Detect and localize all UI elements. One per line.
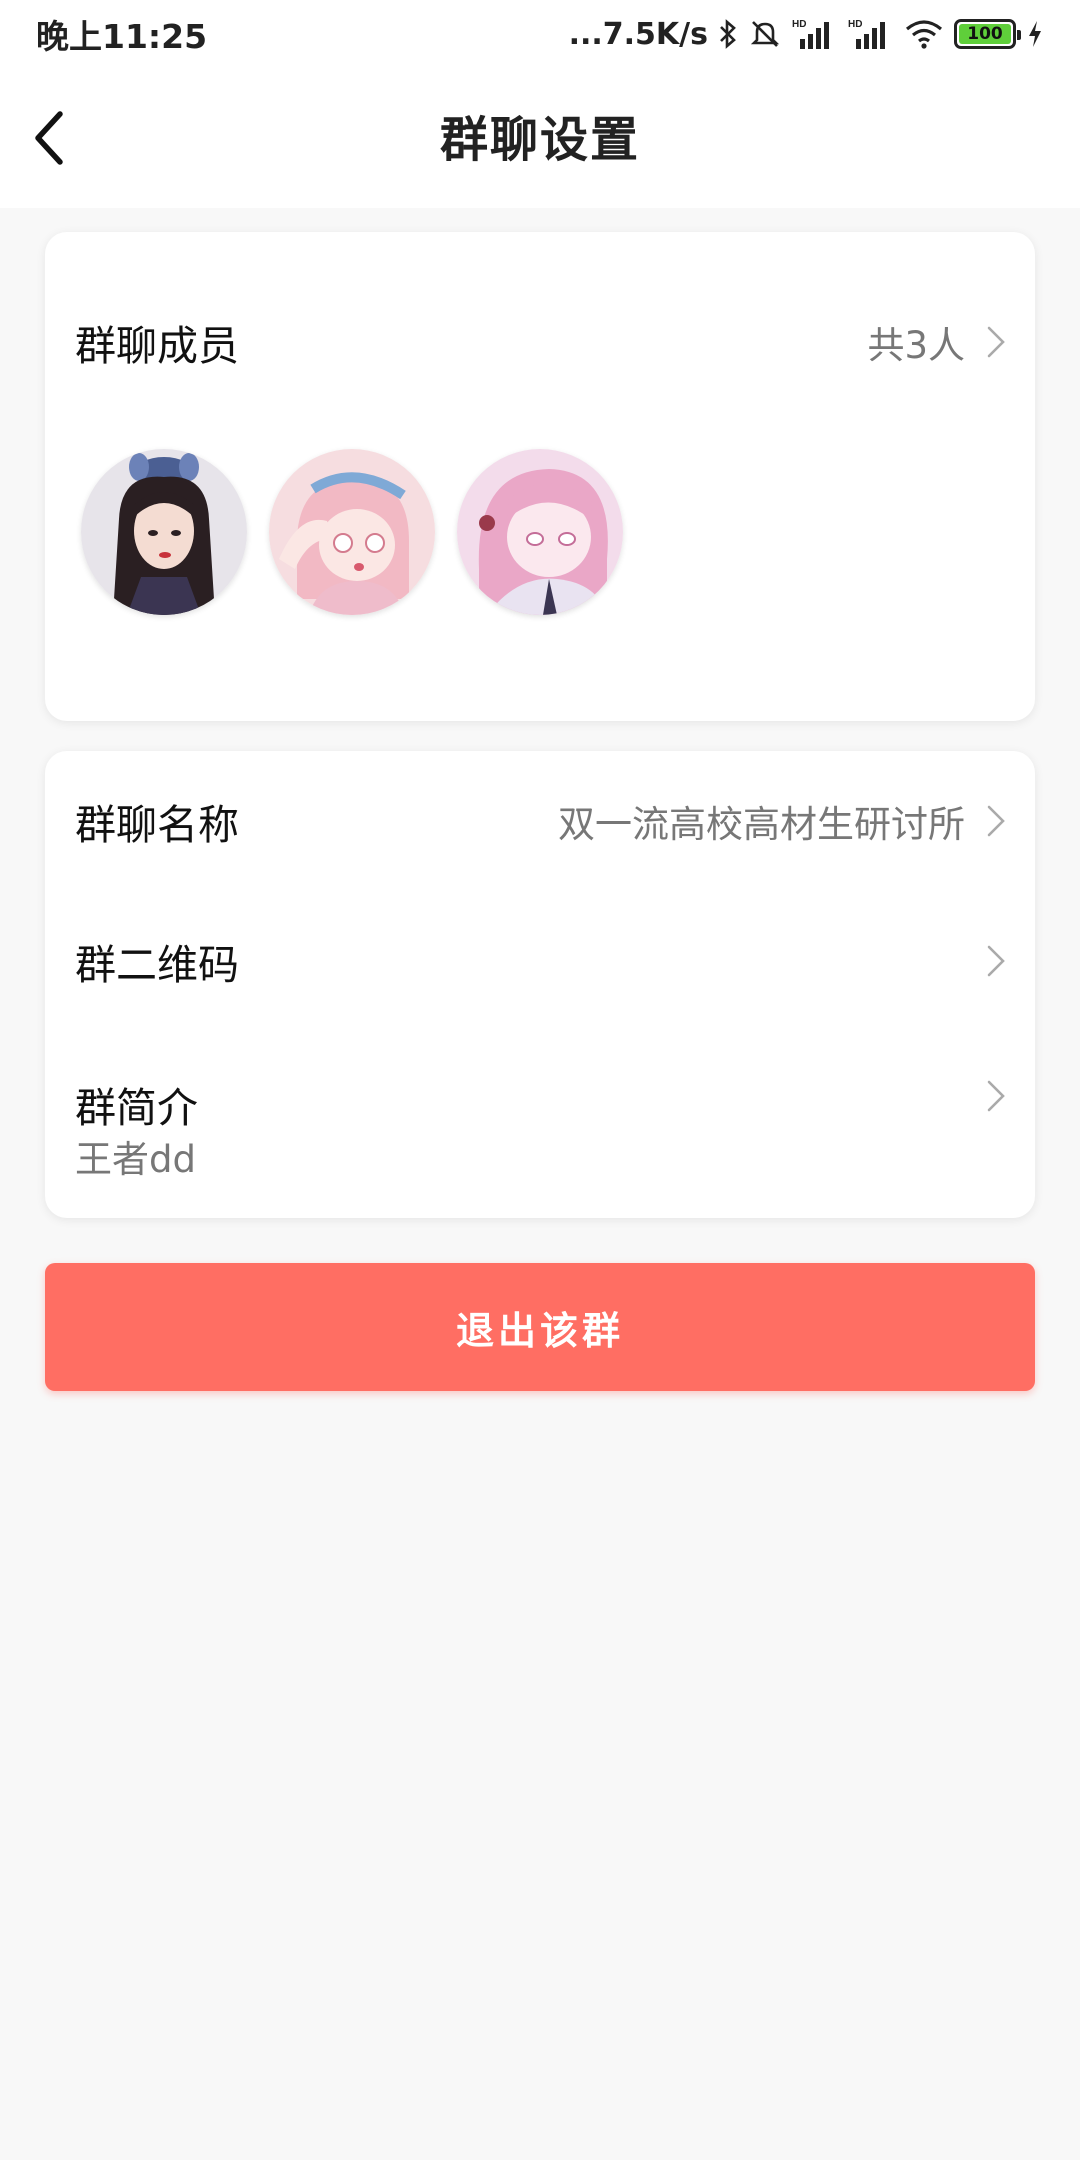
group-intro-label: 群简介 (75, 1084, 198, 1132)
mute-bell-icon (748, 18, 782, 50)
page-title: 群聊设置 (439, 112, 640, 168)
svg-text:HD: HD (792, 19, 806, 30)
members-row[interactable]: 群聊成员 共3人 (45, 287, 1035, 397)
group-name-label: 群聊名称 (75, 801, 239, 849)
members-card: 群聊成员 共3人 (45, 232, 1035, 721)
chevron-right-icon (985, 943, 1007, 979)
group-intro-value: 王者dd (75, 1138, 196, 1181)
members-count: 共3人 (867, 324, 965, 367)
member-avatar[interactable] (269, 449, 435, 615)
member-avatar[interactable] (457, 449, 623, 615)
group-qr-row[interactable]: 群二维码 (45, 906, 1035, 1016)
members-label: 群聊成员 (75, 322, 239, 370)
chevron-right-icon (985, 803, 1007, 839)
exit-group-button[interactable]: 退出该群 (45, 1263, 1035, 1391)
chevron-right-icon (985, 324, 1007, 360)
header-bar: 群聊设置 (0, 68, 1080, 208)
group-qr-label: 群二维码 (75, 941, 239, 989)
wifi-icon (904, 18, 944, 50)
group-name-row[interactable]: 群聊名称 双一流高校高材生研讨所 (45, 766, 1035, 876)
group-name-value: 双一流高校高材生研讨所 (558, 803, 965, 846)
svg-text:HD: HD (848, 19, 862, 30)
status-time: 晚上11:25 (36, 17, 208, 56)
status-bar: 晚上11:25 ...7.5K/s HD HD 100 (0, 0, 1080, 68)
net-speed: ...7.5K/s (568, 16, 708, 52)
hd-signal-icon: HD (848, 17, 894, 51)
group-info-card: 群聊名称 双一流高校高材生研讨所 群二维码 群简介 王者dd (45, 751, 1035, 1218)
status-icons: ...7.5K/s HD HD 100 (569, 17, 1044, 52)
bluetooth-icon (718, 18, 738, 50)
hd-signal-icon: HD (792, 17, 838, 51)
member-avatar[interactable] (81, 449, 247, 615)
charging-icon (1026, 19, 1044, 49)
member-avatars (81, 449, 623, 615)
battery-icon: 100 (954, 19, 1021, 49)
chevron-right-icon (985, 1078, 1007, 1114)
battery-level: 100 (959, 24, 1011, 44)
